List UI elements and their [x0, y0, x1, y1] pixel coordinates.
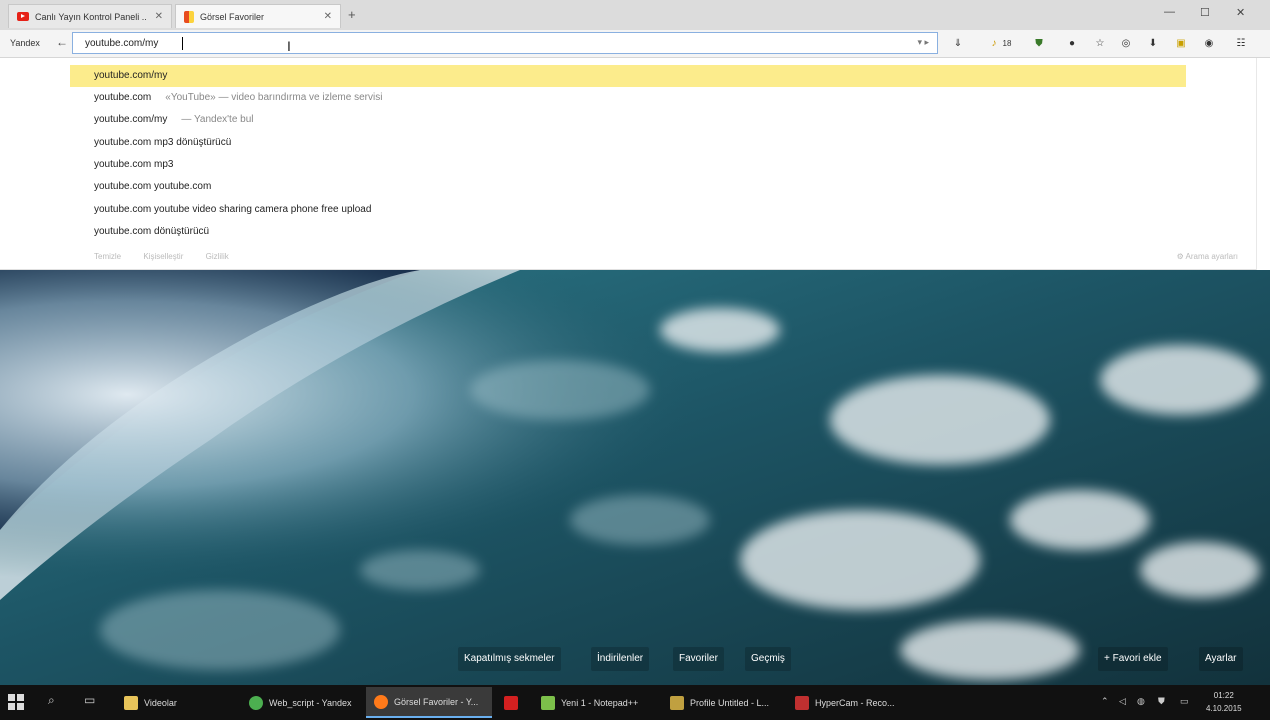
taskbar-item-notepad[interactable]: Yeni 1 - Notepad++ [533, 687, 655, 718]
back-arrow-icon[interactable]: ← [56, 35, 68, 49]
close-window-icon[interactable]: ✕ [1236, 6, 1245, 19]
address-input[interactable]: youtube.com/my [85, 38, 158, 49]
search-settings-link[interactable]: ⚙ Arama ayarları [1177, 252, 1238, 261]
suggestion-text: youtube.com/my [94, 70, 168, 81]
yandex-icon [184, 10, 194, 23]
settings-button[interactable]: Ayarlar [1199, 647, 1243, 671]
taskbar: ⌕ ▭ Videolar Web_script - Yandex Görsel … [0, 685, 1270, 720]
flashget-icon [504, 695, 518, 710]
suggestion-item[interactable]: youtube.com/my — Yandex'te bul [70, 109, 1186, 131]
add-favorite-button[interactable]: + Favori ekle [1098, 647, 1168, 671]
extension-icon[interactable]: ◎ [1120, 38, 1132, 50]
suggestion-text: youtube.com mp3 dönüştürücü [94, 137, 232, 148]
taskbar-item-videos[interactable]: Videolar [116, 687, 238, 718]
suggestion-item[interactable]: youtube.com youtube.com [70, 176, 1186, 198]
suggestion-item[interactable]: youtube.com/my [70, 65, 1186, 87]
download-arrow-icon[interactable]: ⇓ [952, 38, 964, 50]
shield-icon[interactable]: ⛊ [1033, 38, 1045, 50]
taskbar-item-label: HyperCam - Reco... [815, 697, 895, 708]
taskbar-item-chrome[interactable]: Web_script - Yandex [241, 687, 363, 718]
taskbar-item-label: Görsel Favoriler - Y... [394, 696, 479, 707]
footer-link[interactable]: Temizle [94, 252, 121, 261]
taskbar-item-label: Profile Untitled - L... [690, 697, 770, 708]
suggestion-text: youtube.com/my [94, 114, 168, 125]
suggestion-text: youtube.com [94, 92, 152, 103]
folder-icon [124, 695, 138, 710]
downloads-button[interactable]: İndirilenler [591, 647, 650, 671]
clock-date: 4.10.2015 [1206, 704, 1242, 713]
taskbar-item-hypercam[interactable]: HyperCam - Reco... [787, 687, 909, 718]
earth-from-space-image [0, 270, 1270, 685]
footer-link[interactable]: Kişiselleştir [143, 252, 183, 261]
tab-live-stream[interactable]: Canlı Yayın Kontrol Paneli .. ✕ [8, 4, 172, 28]
firefox-icon [374, 694, 388, 709]
youtube-icon [17, 12, 29, 21]
tab-visual-favorites[interactable]: Görsel Favoriler ✕ [175, 4, 341, 28]
close-icon[interactable]: ✕ [155, 11, 163, 22]
tab-label: Canlı Yayın Kontrol Paneli .. [35, 11, 147, 22]
download-icon[interactable]: ⬇ [1147, 38, 1159, 50]
notification-count: 18 [1002, 39, 1012, 48]
lock-extension-icon[interactable]: ▣ [1175, 38, 1187, 50]
favorites-button[interactable]: Favoriler [673, 647, 724, 671]
dropdown-footer-links: Temizle Kişiselleştir Gizlilik [94, 252, 249, 261]
suggestion-dropdown: youtube.com/my youtube.com «YouTube» — vi… [0, 58, 1256, 270]
suggestion-item[interactable]: youtube.com mp3 [70, 154, 1186, 176]
keyboard-icon[interactable]: ▭ [1180, 696, 1189, 707]
system-clock[interactable]: 01:22 4.10.2015 [1206, 689, 1242, 715]
taskbar-item-label: Yeni 1 - Notepad++ [561, 697, 639, 708]
volume-icon[interactable]: ◁ [1119, 696, 1126, 707]
text-caret [182, 37, 183, 50]
menu-grid-icon[interactable]: ☷ [1235, 38, 1247, 50]
history-button[interactable]: Geçmiş [745, 647, 791, 671]
suggestion-item[interactable]: youtube.com dönüştürücü [70, 221, 1186, 243]
star-icon[interactable]: ☆ [1094, 38, 1106, 50]
windows-start-icon[interactable] [8, 694, 24, 710]
scrollbar[interactable] [1256, 58, 1270, 270]
taskbar-item-label: Videolar [144, 697, 177, 708]
toolbar: Yandex ← youtube.com/my ▾ ▸ ⇓ ♪ 18 ⛊ ● ☆… [0, 30, 1270, 58]
taskbar-item-profile[interactable]: Profile Untitled - L... [662, 687, 784, 718]
suggestion-description: «YouTube» — video barındırma ve izleme s… [165, 92, 383, 103]
suggestion-item[interactable]: youtube.com mp3 dönüştürücü [70, 132, 1186, 154]
taskbar-item-flashget[interactable] [496, 687, 530, 718]
profile-icon[interactable]: ◉ [1203, 38, 1215, 50]
background-image [0, 270, 1270, 685]
taskbar-item-browser[interactable]: Görsel Favoriler - Y... [366, 687, 492, 718]
network-icon[interactable]: ◍ [1137, 696, 1145, 707]
text-cursor-icon: I [287, 38, 291, 54]
taskbar-item-label: Web_script - Yandex [269, 697, 352, 708]
chrome-icon [249, 695, 263, 710]
suggestion-text: youtube.com youtube.com [94, 181, 212, 192]
search-settings-label: Arama ayarları [1185, 252, 1238, 261]
suggestion-item[interactable]: youtube.com «YouTube» — video barındırma … [70, 87, 1186, 109]
suggestion-description: — Yandex'te bul [181, 114, 254, 125]
close-icon[interactable]: ✕ [324, 11, 332, 22]
bell-icon[interactable]: ♪ [988, 38, 1000, 50]
hypercam-icon [795, 695, 809, 710]
search-icon[interactable]: ⌕ [48, 693, 55, 708]
minimize-icon[interactable]: — [1164, 6, 1175, 18]
footer-link[interactable]: Gizlilik [206, 252, 229, 261]
tab-label: Görsel Favoriler [200, 11, 265, 22]
clock-time: 01:22 [1213, 691, 1234, 700]
dropdown-arrow-icon[interactable]: ▾ ▸ [917, 37, 929, 48]
new-tab-button[interactable]: + [348, 7, 356, 22]
security-tray-icon[interactable]: ⛊ [1158, 696, 1165, 707]
menu-button[interactable]: Yandex [10, 38, 40, 48]
address-bar[interactable]: youtube.com/my ▾ ▸ [72, 32, 938, 54]
tab-bar: Canlı Yayın Kontrol Paneli .. ✕ Görsel F… [0, 0, 1270, 30]
suggestion-text: youtube.com mp3 [94, 159, 174, 170]
closed-tabs-button[interactable]: Kapatılmış sekmeler [458, 647, 561, 671]
tool-icon [670, 695, 684, 710]
suggestion-text: youtube.com dönüştürücü [94, 226, 210, 237]
suggestion-text: youtube.com youtube video sharing camera… [94, 204, 372, 215]
notepad-icon [541, 695, 555, 710]
suggestion-item[interactable]: youtube.com youtube video sharing camera… [70, 199, 1186, 221]
adblock-icon[interactable]: ● [1066, 38, 1078, 50]
tray-chevron-icon[interactable]: ⌃ [1101, 696, 1109, 707]
task-view-icon[interactable]: ▭ [84, 693, 95, 707]
maximize-icon[interactable]: ☐ [1200, 6, 1210, 19]
